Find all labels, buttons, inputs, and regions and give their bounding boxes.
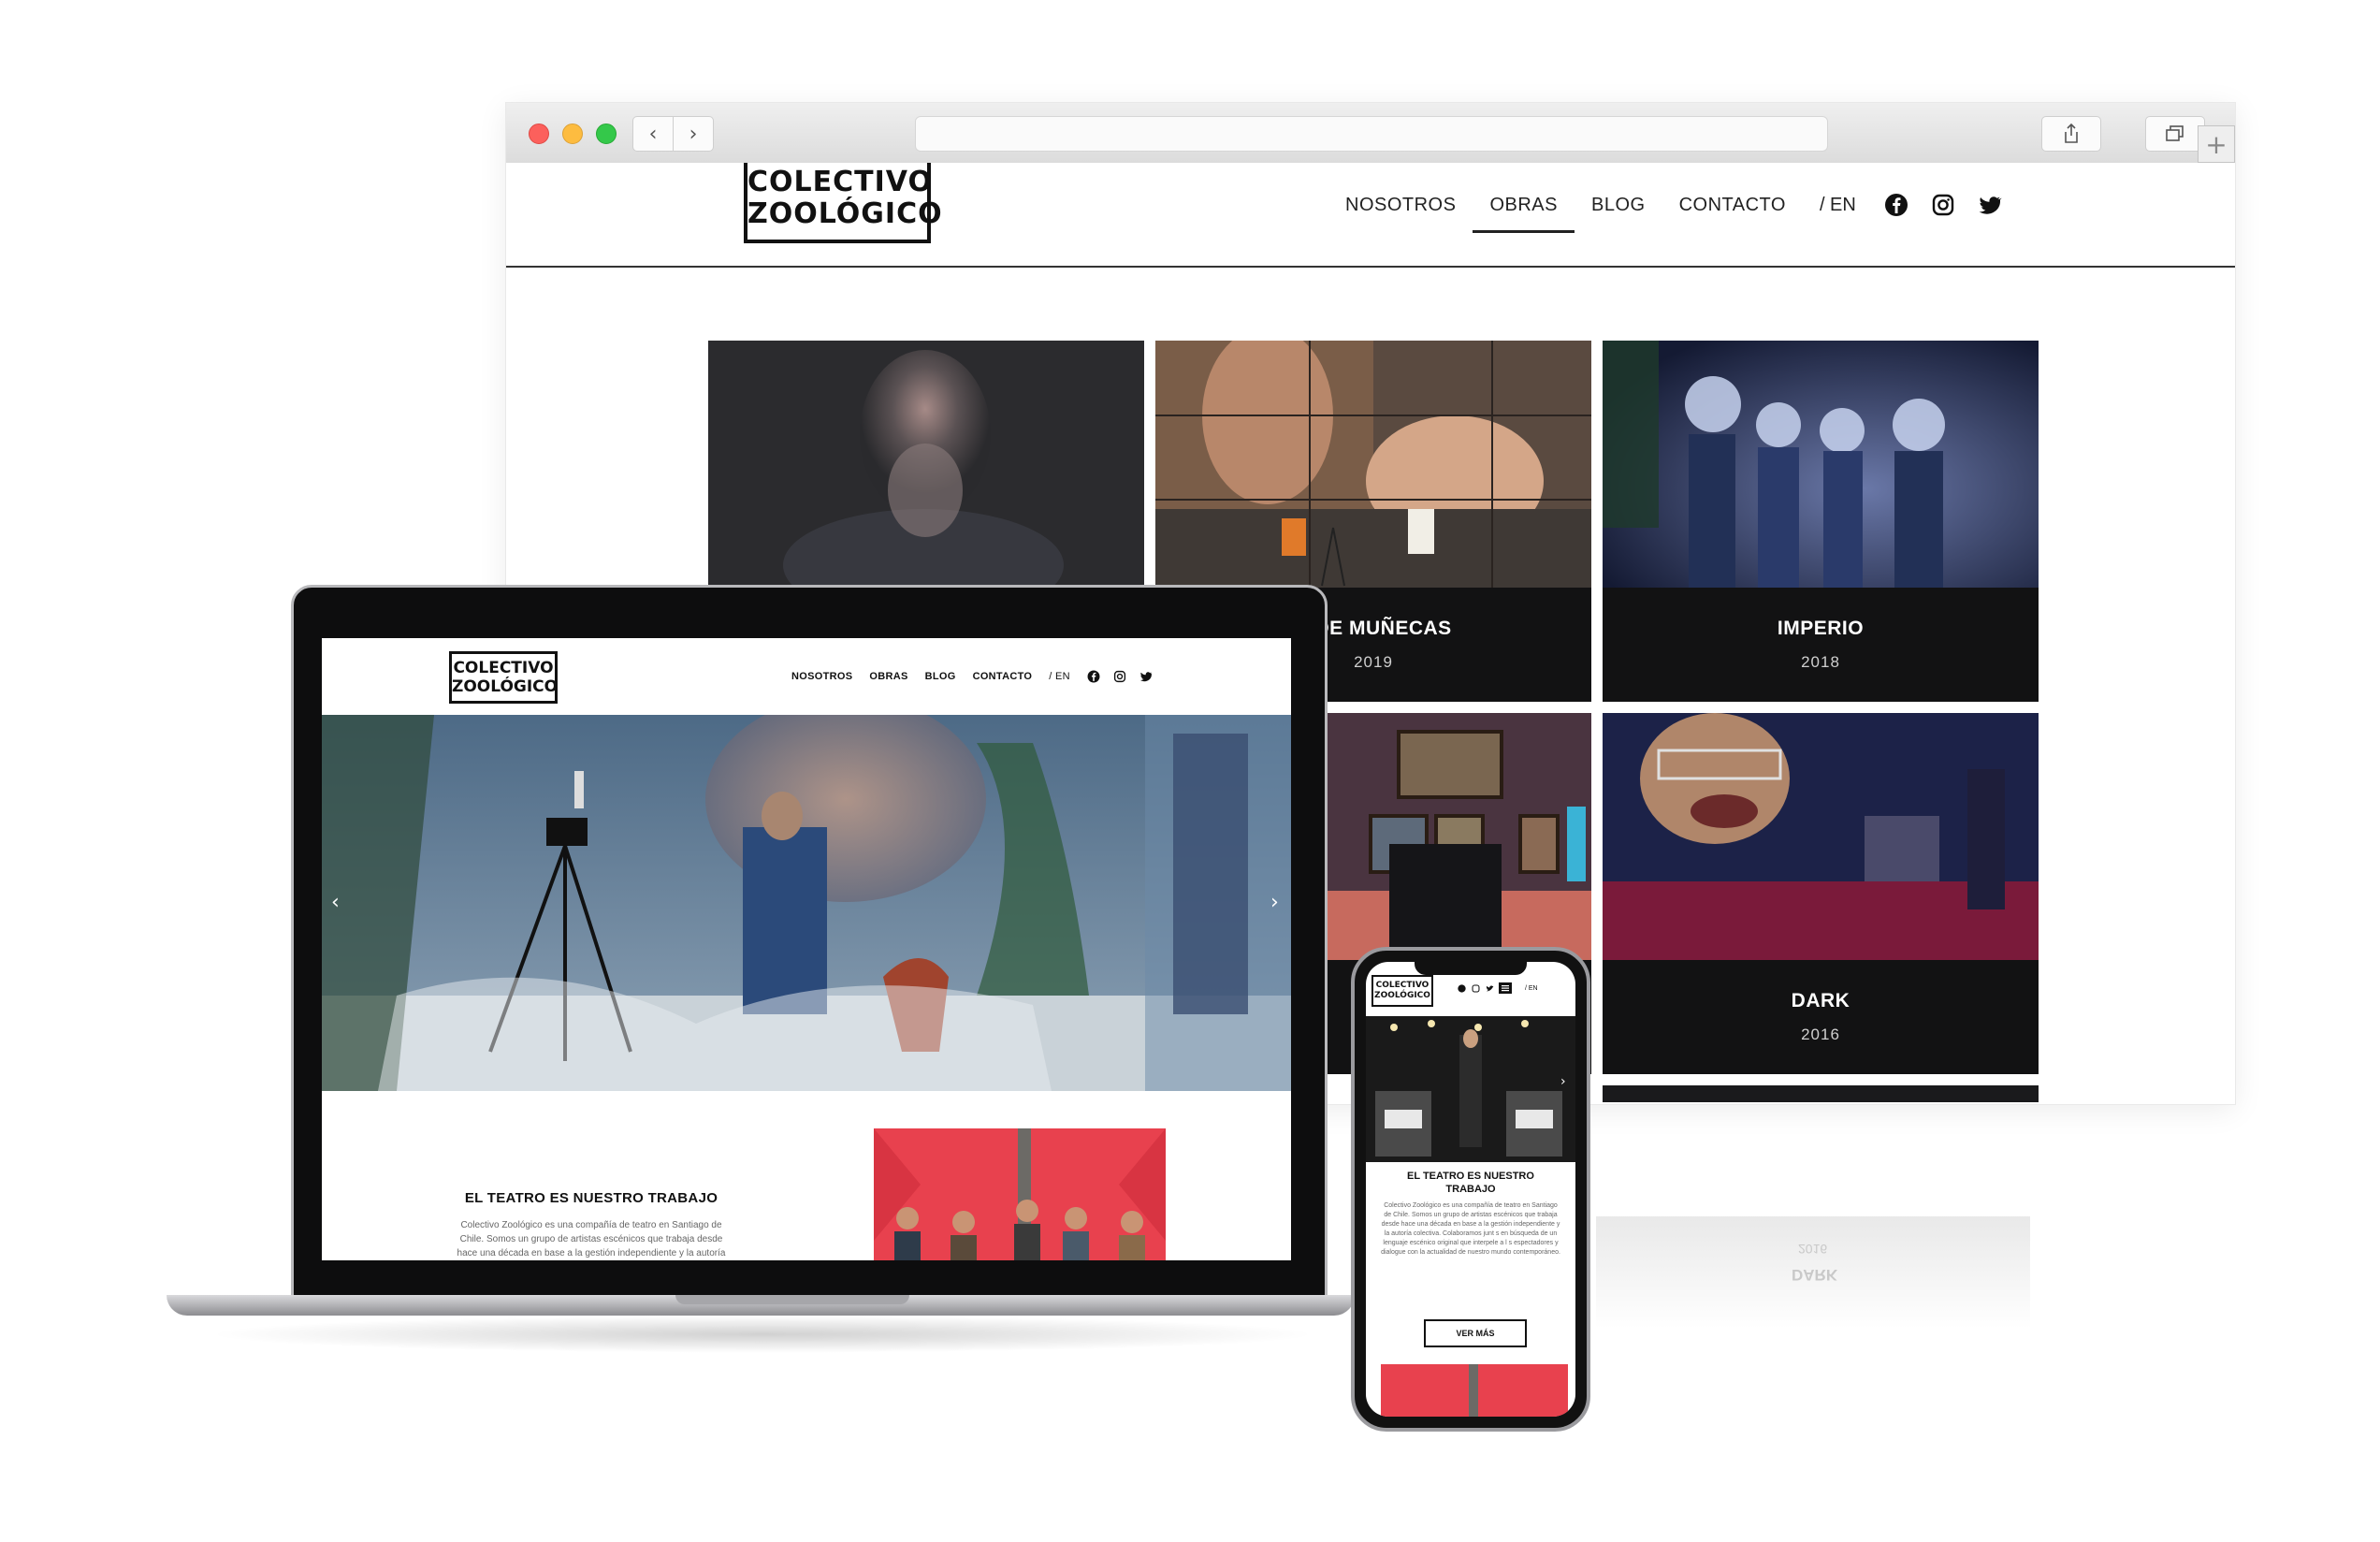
language-switch[interactable]: / EN — [1525, 985, 1538, 992]
laptop-screen: COLECTIVO ZOOLÓGICO NOSOTROS OBRAS BLOG … — [322, 638, 1291, 1260]
work-card[interactable]: DARK 2016 — [1603, 713, 2039, 1074]
work-image — [1603, 341, 2039, 588]
work-image — [708, 341, 1144, 588]
site-logo[interactable]: COLECTIVO ZOOLÓGICO — [744, 163, 943, 243]
work-card[interactable]: IMPERIO 2018 — [1603, 341, 2039, 702]
address-bar[interactable] — [915, 116, 1828, 152]
twitter-icon[interactable] — [1486, 984, 1494, 993]
back-button[interactable]: ‹ — [632, 116, 674, 152]
work-year: 2018 — [1801, 653, 1840, 671]
reflection-title: DARK — [1792, 1266, 1838, 1284]
intro-paragraph: Colectivo Zoológico es una compañía de t… — [1381, 1202, 1560, 1256]
work-title: DARK — [1791, 990, 1850, 1011]
chevron-right-icon: › — [689, 122, 698, 146]
team-photo — [1381, 1364, 1568, 1417]
nav-obras[interactable]: OBRAS — [869, 671, 907, 682]
nav-contacto[interactable]: CONTACTO — [973, 671, 1033, 682]
twitter-icon[interactable] — [1978, 193, 2002, 217]
slider-next-button[interactable]: › — [1560, 1074, 1566, 1089]
nav-blog[interactable]: BLOG — [1591, 195, 1646, 216]
team-image — [1381, 1364, 1568, 1417]
site-logo[interactable]: COLECTIVO ZOOLÓGICO — [449, 651, 558, 704]
share-button[interactable] — [2041, 116, 2101, 152]
forward-button[interactable]: › — [673, 116, 714, 152]
logo-line2: ZOOLÓGICO — [747, 197, 943, 230]
slider-next-button[interactable]: › — [1270, 891, 1279, 914]
share-icon — [2065, 124, 2078, 143]
language-switch[interactable]: / EN — [1820, 195, 1856, 216]
phone-screen: COLECTIVO ZOOLÓGICO / EN › EL TEATRO ES … — [1366, 962, 1575, 1417]
instagram-icon[interactable] — [1113, 670, 1126, 683]
instagram-icon[interactable] — [1472, 984, 1480, 993]
nav-nosotros[interactable]: NOSOTROS — [1345, 195, 1456, 216]
work-card[interactable] — [708, 341, 1144, 588]
logo-line1: COLECTIVO — [747, 166, 933, 198]
intro-paragraph: Colectivo Zoológico es una compañía de t… — [457, 1220, 726, 1258]
hero-image — [322, 715, 1291, 1091]
close-window-button[interactable] — [529, 124, 549, 144]
plus-icon: + — [2205, 128, 2228, 160]
work-card[interactable] — [1603, 1085, 2039, 1102]
facebook-icon[interactable] — [1884, 193, 1908, 217]
logo-line1: COLECTIVO — [453, 659, 554, 677]
nav-obras[interactable]: OBRAS — [1473, 195, 1575, 233]
work-image — [1155, 341, 1591, 588]
site-header: COLECTIVO ZOOLÓGICO NOSOTROS OBRAS BLOG … — [506, 163, 2235, 268]
intro-section: EL TEATRO ES NUESTRO TRABAJO Colectivo Z… — [322, 1091, 1291, 1260]
mobile-nav: / EN — [1458, 982, 1538, 994]
main-nav: NOSOTROS OBRAS BLOG CONTACTO / EN — [791, 670, 1153, 683]
ver-mas-button[interactable]: VER MÁS — [1424, 1319, 1527, 1347]
main-nav: NOSOTROS OBRAS BLOG CONTACTO / EN — [1345, 193, 2024, 233]
intro-heading: EL TEATRO ES NUESTRO TRABAJO — [464, 1190, 718, 1206]
nav-nosotros[interactable]: NOSOTROS — [791, 671, 852, 682]
facebook-icon[interactable] — [1458, 983, 1466, 993]
tabs-overview-button[interactable] — [2145, 116, 2205, 152]
zoom-window-button[interactable] — [596, 124, 617, 144]
team-image — [874, 1128, 1166, 1260]
site-logo[interactable]: COLECTIVO ZOOLÓGICO — [1371, 975, 1433, 1007]
new-tab-button[interactable]: + — [2198, 125, 2235, 163]
phone-notch — [1415, 958, 1527, 975]
language-switch[interactable]: / EN — [1049, 671, 1070, 682]
logo-line2: ZOOLÓGICO — [452, 677, 559, 696]
mobile-hero-slider[interactable]: › — [1366, 1016, 1575, 1162]
facebook-icon[interactable] — [1087, 670, 1100, 683]
laptop-site-header: COLECTIVO ZOOLÓGICO NOSOTROS OBRAS BLOG … — [322, 638, 1291, 715]
mobile-hero-image — [1366, 1016, 1575, 1162]
slider-prev-button[interactable]: ‹ — [331, 891, 340, 914]
work-title: IMPERIO — [1777, 618, 1865, 639]
work-image — [1603, 713, 2039, 960]
hamburger-menu-icon[interactable] — [1499, 982, 1512, 994]
laptop-shadow — [206, 1316, 1319, 1353]
logo-line1: COLECTIVO — [1375, 981, 1429, 990]
nav-contacto[interactable]: CONTACTO — [1679, 195, 1786, 216]
chevron-left-icon: ‹ — [648, 122, 658, 146]
instagram-icon[interactable] — [1931, 193, 1955, 217]
intro-heading: EL TEATRO ES NUESTRO TRABAJO — [1407, 1171, 1534, 1195]
logo-line2: ZOOLÓGICO — [1374, 991, 1430, 1000]
browser-toolbar: ‹ › + — [506, 103, 2235, 164]
reflection-year: 2016 — [1798, 1242, 1828, 1257]
team-photo — [874, 1128, 1166, 1260]
nav-blog[interactable]: BLOG — [925, 671, 956, 682]
minimize-window-button[interactable] — [562, 124, 583, 144]
hero-slider[interactable]: ‹ › — [322, 715, 1291, 1091]
laptop-trackpad-notch — [675, 1295, 909, 1304]
tabs-icon — [2166, 125, 2184, 141]
twitter-icon[interactable] — [1139, 670, 1153, 683]
work-year: 2016 — [1801, 1026, 1840, 1043]
